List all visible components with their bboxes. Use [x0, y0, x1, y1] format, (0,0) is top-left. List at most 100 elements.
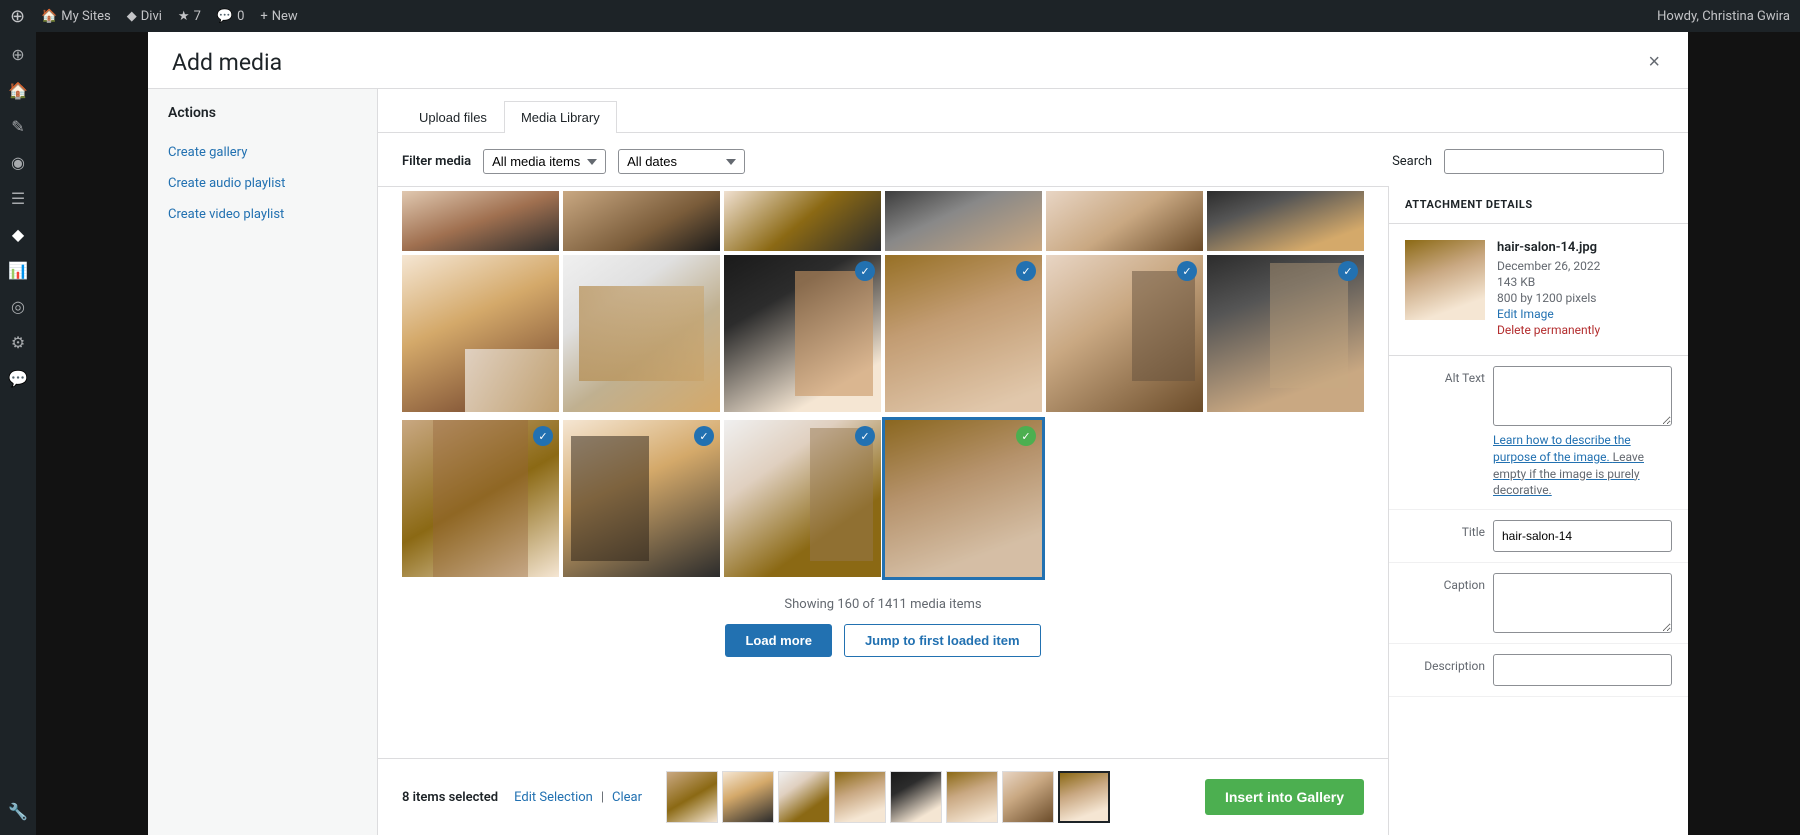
- sidebar-title: Actions: [148, 105, 377, 137]
- wp-sidebar: ⊕ 🏠 ✎ ◉ ☰ ◆ 📊 ◎ ⚙ 💬 🔧: [0, 32, 36, 835]
- search-input[interactable]: [1444, 149, 1664, 174]
- modal-overlay: Add media × Actions Create gallery Creat…: [36, 32, 1800, 835]
- attachment-preview: hair-salon-14.jpg December 26, 2022 143 …: [1389, 224, 1688, 356]
- description-label: Description: [1405, 654, 1485, 673]
- insert-into-gallery-button[interactable]: Insert into Gallery: [1205, 779, 1364, 815]
- grid-and-details: ✓ ✓: [378, 186, 1688, 835]
- attachment-filename: hair-salon-14.jpg: [1497, 240, 1672, 255]
- clear-selection-link[interactable]: Clear: [612, 790, 642, 805]
- wp-sidebar-icon-dashboard[interactable]: ⊕: [2, 38, 34, 70]
- partial-item-2[interactable]: [563, 191, 720, 251]
- caption-field: Caption: [1389, 563, 1688, 644]
- wp-sidebar-icon-tools[interactable]: 🔧: [2, 795, 34, 827]
- admin-bar-mysites[interactable]: 🏠 My Sites: [41, 9, 111, 24]
- check-icon-7: ✓: [533, 426, 553, 446]
- title-label: Title: [1405, 520, 1485, 539]
- partial-item-6[interactable]: [1207, 191, 1364, 251]
- check-icon-4: ✓: [1016, 261, 1036, 281]
- wp-sidebar-icon-edit[interactable]: ✎: [2, 110, 34, 142]
- modal-body: Actions Create gallery Create audio play…: [148, 89, 1688, 835]
- media-item-10[interactable]: ✓: [885, 420, 1042, 577]
- search-label: Search: [1392, 154, 1432, 169]
- modal-close-button[interactable]: ×: [1644, 48, 1664, 76]
- alt-text-input[interactable]: [1493, 366, 1672, 426]
- sel-thumb-8-active[interactable]: [1058, 771, 1110, 823]
- attachment-thumbnail: [1405, 240, 1485, 320]
- media-item-9[interactable]: ✓: [724, 420, 881, 577]
- attachment-panel-title: ATTACHMENT DETAILS: [1389, 186, 1688, 224]
- media-item-3[interactable]: ✓: [724, 255, 881, 412]
- title-row: Title: [1405, 520, 1672, 552]
- wp-sidebar-icon-stats[interactable]: 📊: [2, 254, 34, 286]
- partial-item-1[interactable]: [402, 191, 559, 251]
- title-input[interactable]: [1493, 520, 1672, 552]
- modal-tabs: Upload files Media Library: [378, 89, 1688, 133]
- wp-sidebar-icon-divi[interactable]: ◆: [2, 218, 34, 250]
- media-item-4[interactable]: ✓: [885, 255, 1042, 412]
- admin-bar-user: Howdy, Christina Gwira: [1657, 9, 1790, 24]
- wp-sidebar-icon-comments[interactable]: 💬: [2, 362, 34, 394]
- admin-bar-left: ⊕ 🏠 My Sites ◆ Divi ★ 7 💬 0 + New: [10, 6, 1637, 27]
- description-row: Description: [1405, 654, 1672, 686]
- sel-thumb-5[interactable]: [890, 771, 942, 823]
- date-filter[interactable]: All dates December 2022 November 2022: [618, 149, 745, 174]
- sel-thumb-4[interactable]: [834, 771, 886, 823]
- partial-item-4[interactable]: [885, 191, 1042, 251]
- sidebar-item-create-audio[interactable]: Create audio playlist: [148, 168, 377, 199]
- alt-text-field: Alt Text Learn how to describe the purpo…: [1389, 356, 1688, 510]
- media-item-1[interactable]: [402, 255, 559, 412]
- media-item-8[interactable]: ✓: [563, 420, 720, 577]
- wp-sidebar-icon-media[interactable]: ◉: [2, 146, 34, 178]
- sel-thumb-1[interactable]: [666, 771, 718, 823]
- add-media-modal: Add media × Actions Create gallery Creat…: [148, 32, 1688, 835]
- admin-bar-comments[interactable]: 💬 0: [217, 9, 245, 24]
- media-item-7[interactable]: ✓: [402, 420, 559, 577]
- sel-thumb-7[interactable]: [1002, 771, 1054, 823]
- edit-selection-link[interactable]: Edit Selection: [514, 790, 593, 805]
- admin-bar-divi-count[interactable]: ★ 7: [178, 9, 201, 24]
- media-item-6[interactable]: ✓: [1207, 255, 1364, 412]
- wp-sidebar-icon-pages[interactable]: ☰: [2, 182, 34, 214]
- jump-to-first-button[interactable]: Jump to first loaded item: [844, 624, 1041, 657]
- tab-media-library[interactable]: Media Library: [504, 101, 617, 133]
- partial-item-3[interactable]: [724, 191, 881, 251]
- partial-item-5[interactable]: [1046, 191, 1203, 251]
- sidebar-item-create-video[interactable]: Create video playlist: [148, 199, 377, 230]
- check-icon-9: ✓: [855, 426, 875, 446]
- wp-sidebar-icon-users[interactable]: ◎: [2, 290, 34, 322]
- description-input[interactable]: [1493, 654, 1672, 686]
- filter-bar: Filter media All media items Images Audi…: [378, 133, 1688, 186]
- load-more-button[interactable]: Load more: [725, 624, 831, 657]
- caption-label: Caption: [1405, 573, 1485, 592]
- admin-bar: ⊕ 🏠 My Sites ◆ Divi ★ 7 💬 0 + New Howdy,…: [0, 0, 1800, 32]
- showing-text: Showing 160 of 1411 media items: [426, 597, 1340, 612]
- admin-bar-divi[interactable]: ◆ Divi: [127, 9, 162, 24]
- sel-thumb-2[interactable]: [722, 771, 774, 823]
- alt-text-label: Alt Text: [1405, 366, 1485, 385]
- grid-area: ✓ ✓: [378, 186, 1388, 835]
- alt-text-row: Alt Text: [1405, 366, 1672, 426]
- tab-upload-files[interactable]: Upload files: [402, 101, 504, 133]
- delete-permanently-link[interactable]: Delete permanently: [1497, 323, 1672, 337]
- attachment-dimensions: 800 by 1200 pixels: [1497, 291, 1672, 305]
- sel-thumb-6[interactable]: [946, 771, 998, 823]
- media-type-filter[interactable]: All media items Images Audio Video: [483, 149, 606, 174]
- sidebar-item-create-gallery[interactable]: Create gallery: [148, 137, 377, 168]
- media-item-2[interactable]: [563, 255, 720, 412]
- modal-header: Add media ×: [148, 32, 1688, 89]
- modal-title: Add media: [172, 49, 282, 76]
- admin-bar-new[interactable]: + New: [260, 9, 297, 24]
- sel-thumb-3[interactable]: [778, 771, 830, 823]
- wp-sidebar-icon-settings[interactable]: ⚙: [2, 326, 34, 358]
- selection-bar: 8 items selected Edit Selection | Clear: [378, 758, 1388, 835]
- wp-logo-icon[interactable]: ⊕: [10, 6, 25, 27]
- media-grid-container: ✓ ✓: [378, 186, 1388, 758]
- modal-main: Upload files Media Library Filter media …: [378, 89, 1688, 835]
- edit-image-link[interactable]: Edit Image: [1497, 307, 1672, 321]
- check-icon-5: ✓: [1177, 261, 1197, 281]
- wp-sidebar-icon-home[interactable]: 🏠: [2, 74, 34, 106]
- learn-how-link[interactable]: Learn how to describe the purpose of the…: [1493, 433, 1644, 497]
- load-more-area: Showing 160 of 1411 media items Load mor…: [402, 581, 1364, 673]
- caption-input[interactable]: [1493, 573, 1672, 633]
- media-item-5[interactable]: ✓: [1046, 255, 1203, 412]
